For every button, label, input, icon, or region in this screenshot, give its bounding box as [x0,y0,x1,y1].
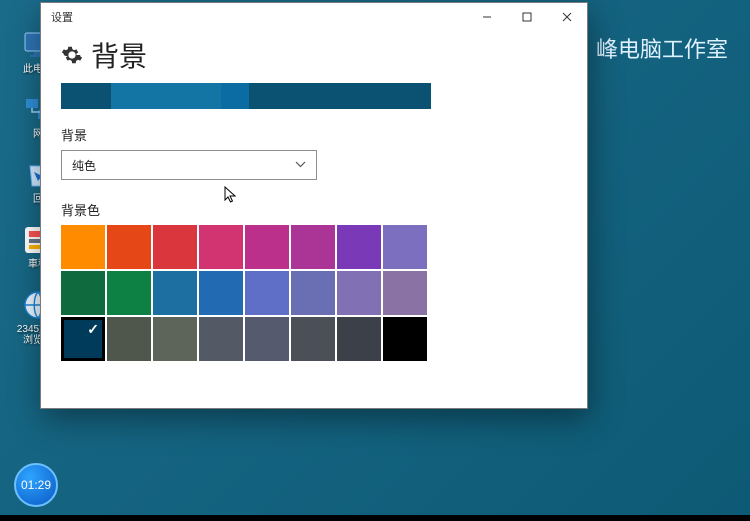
color-swatch[interactable] [107,225,151,269]
color-swatch[interactable] [337,317,381,361]
close-button[interactable] [547,3,587,31]
color-swatch[interactable] [245,225,289,269]
background-color-label: 背景色 [61,200,567,219]
color-swatch[interactable] [107,317,151,361]
color-swatch[interactable] [153,271,197,315]
color-swatch[interactable] [337,271,381,315]
color-swatch[interactable] [383,271,427,315]
color-swatch[interactable] [153,225,197,269]
window-title: 设置 [51,9,73,25]
background-field-label: 背景 [61,125,567,144]
color-swatch[interactable] [107,271,151,315]
color-swatch[interactable] [245,271,289,315]
settings-window: 设置 背景 背景 纯色 [40,2,588,409]
chevron-down-icon [295,159,306,171]
color-swatch[interactable] [61,317,105,361]
color-swatch[interactable] [245,317,289,361]
color-swatch[interactable] [383,317,427,361]
color-swatch[interactable] [291,271,335,315]
watermark-text: 峰电脑工作室 [596,32,728,64]
dropdown-value: 纯色 [72,157,96,174]
color-swatch[interactable] [337,225,381,269]
page-title: 背景 [91,35,147,75]
color-swatch[interactable] [199,271,243,315]
color-swatch[interactable] [199,317,243,361]
maximize-button[interactable] [507,3,547,31]
color-swatch[interactable] [61,225,105,269]
gear-icon [61,44,83,66]
background-preview [61,83,431,109]
color-swatch[interactable] [291,225,335,269]
color-swatch[interactable] [383,225,427,269]
settings-content: 背景 背景 纯色 背景色 [41,31,587,408]
color-swatch[interactable] [61,271,105,315]
color-swatch[interactable] [199,225,243,269]
color-swatch[interactable] [291,317,335,361]
minimize-button[interactable] [467,3,507,31]
timer-value: 01:29 [21,478,51,492]
background-type-dropdown[interactable]: 纯色 [61,150,317,180]
color-swatch[interactable] [153,317,197,361]
window-controls [467,3,587,31]
video-blackbar [0,515,750,521]
window-titlebar[interactable]: 设置 [41,3,587,31]
color-swatch-grid [61,225,567,361]
timer-badge[interactable]: 01:29 [14,463,58,507]
